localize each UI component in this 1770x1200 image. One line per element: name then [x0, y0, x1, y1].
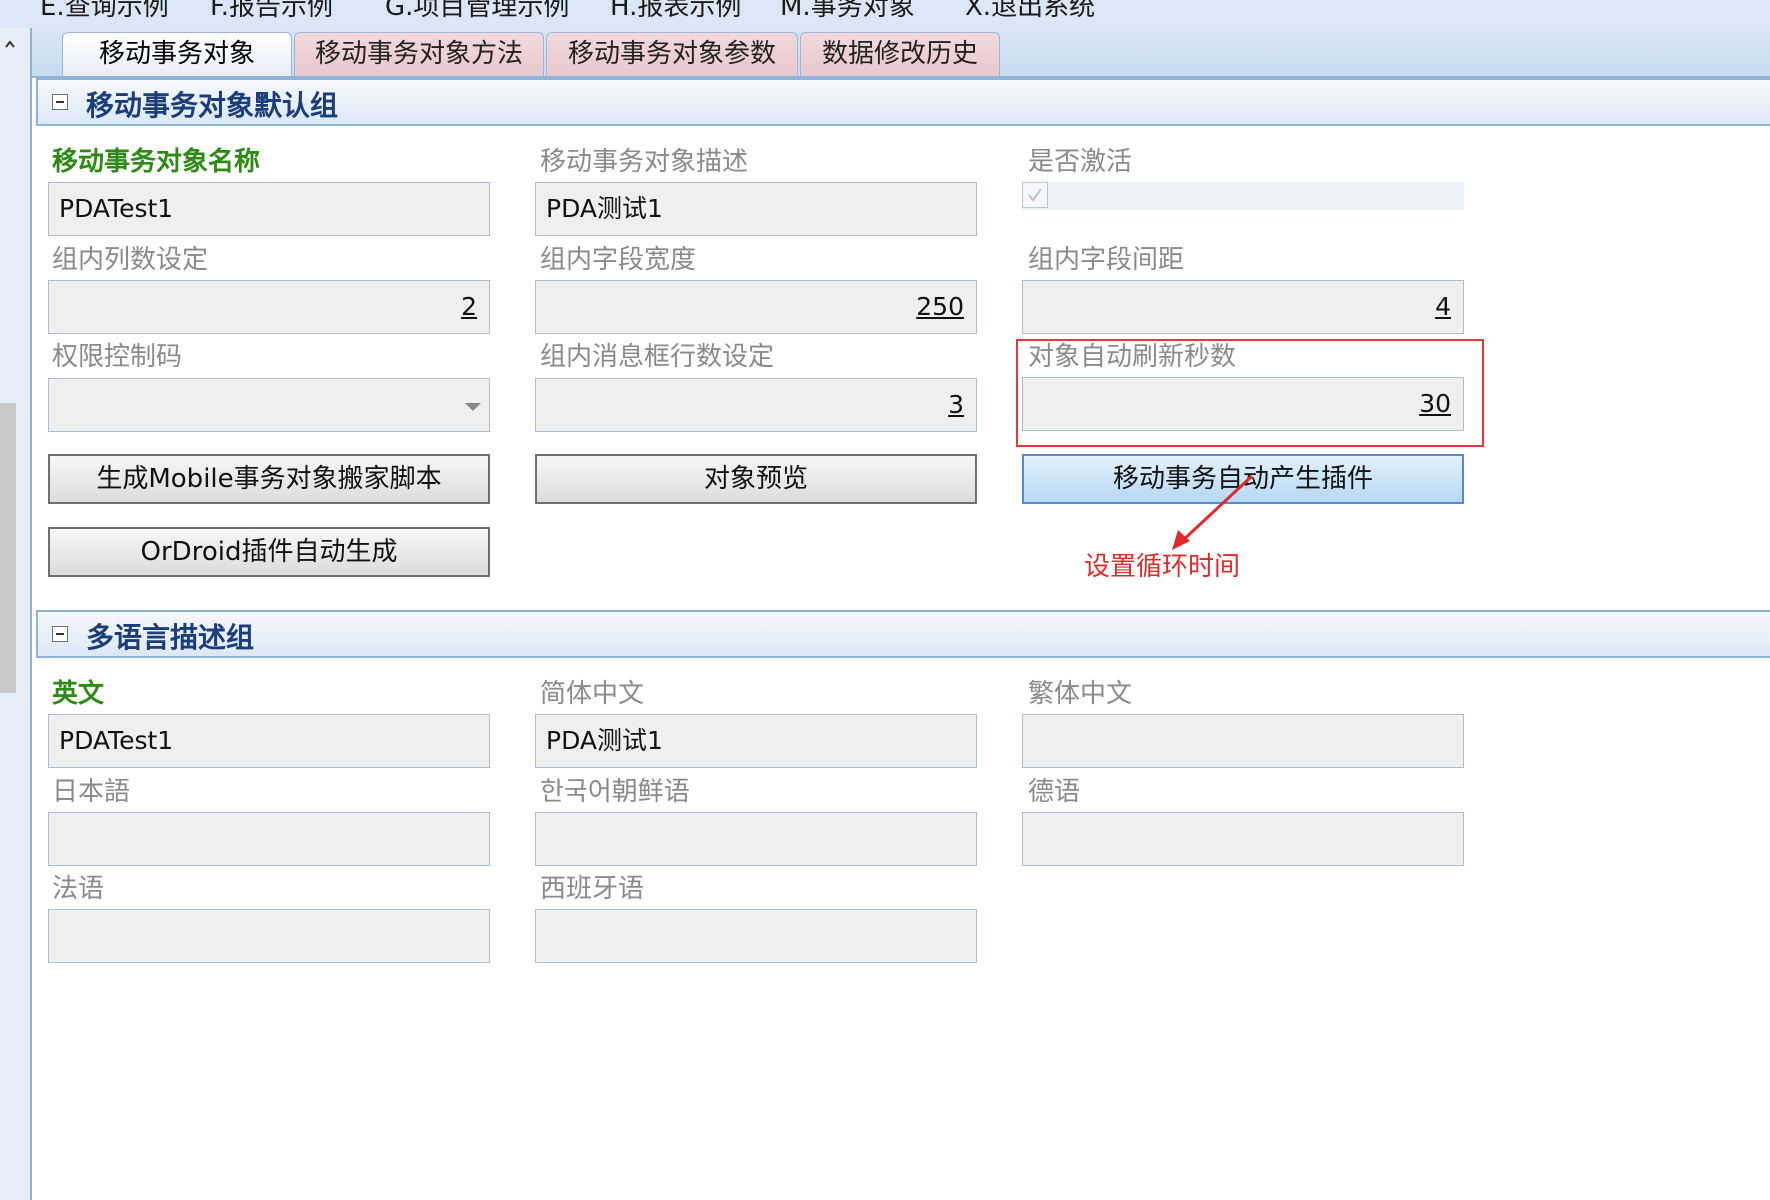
- object-name-field[interactable]: PDATest1: [48, 182, 490, 236]
- label-simplified-chinese: 简体中文: [540, 679, 645, 709]
- active-checkbox[interactable]: [1022, 182, 1048, 208]
- label-field-width: 组内字段宽度: [540, 245, 697, 275]
- message-rows-value: 3: [948, 390, 964, 419]
- column-count-value: 2: [461, 292, 477, 321]
- field-spacing-field[interactable]: 4: [1022, 280, 1464, 334]
- ordroid-plugin-generate-button[interactable]: OrDroid插件自动生成: [48, 527, 490, 577]
- field-width-field[interactable]: 250: [535, 280, 977, 334]
- checkmark-icon: [1028, 188, 1042, 202]
- korean-field[interactable]: [535, 812, 977, 866]
- label-spanish: 西班牙语: [540, 874, 645, 904]
- auto-generate-plugin-button[interactable]: 移动事务自动产生插件: [1022, 454, 1464, 504]
- menu-item-chart[interactable]: H.报表示例: [610, 0, 741, 23]
- label-object-name: 移动事务对象名称: [52, 147, 261, 177]
- label-japanese: 日本語: [52, 777, 131, 807]
- group-header-default: 移动事务对象默认组: [36, 78, 1770, 126]
- annotation-text: 设置循环时间: [1084, 552, 1241, 582]
- object-preview-button[interactable]: 对象预览: [535, 454, 977, 504]
- group-header-multilang: 多语言描述组: [36, 610, 1770, 658]
- permission-code-select[interactable]: [48, 378, 490, 432]
- japanese-field[interactable]: [48, 812, 490, 866]
- active-checkbox-row: [1022, 182, 1464, 210]
- menu-item-query[interactable]: E.查询示例: [40, 0, 169, 23]
- left-panel-strip: [0, 28, 32, 1200]
- annotation-arrow-icon: [1172, 474, 1254, 550]
- collapse-arrow-icon[interactable]: [4, 38, 18, 52]
- message-rows-field[interactable]: 3: [535, 378, 977, 432]
- group-title-default: 移动事务对象默认组: [86, 89, 339, 122]
- dropdown-arrow-icon[interactable]: [465, 403, 481, 411]
- label-message-rows: 组内消息框行数设定: [540, 342, 775, 372]
- menu-item-exit[interactable]: X.退出系统: [965, 0, 1095, 23]
- group-title-multilang: 多语言描述组: [86, 621, 255, 654]
- label-field-spacing: 组内字段间距: [1028, 245, 1185, 275]
- label-is-active: 是否激活: [1028, 147, 1133, 177]
- tab-change-history[interactable]: 数据修改历史: [800, 32, 1000, 76]
- collapse-toggle-icon[interactable]: [52, 94, 68, 110]
- field-width-value: 250: [916, 292, 964, 321]
- german-field[interactable]: [1022, 812, 1464, 866]
- label-column-count: 组内列数设定: [52, 245, 209, 275]
- tab-object-methods[interactable]: 移动事务对象方法: [294, 32, 544, 76]
- english-field[interactable]: PDATest1: [48, 714, 490, 768]
- tab-transaction-object[interactable]: 移动事务对象: [62, 32, 292, 76]
- tab-object-params[interactable]: 移动事务对象参数: [546, 32, 798, 76]
- label-object-desc: 移动事务对象描述: [540, 147, 749, 177]
- scrollbar-thumb[interactable]: [0, 403, 16, 693]
- collapse-toggle-icon[interactable]: [52, 626, 68, 642]
- french-field[interactable]: [48, 909, 490, 963]
- label-french: 法语: [52, 874, 105, 904]
- annotation-highlight-box: [1016, 339, 1484, 447]
- menu-item-project[interactable]: G.项目管理示例: [385, 0, 569, 23]
- spanish-field[interactable]: [535, 909, 977, 963]
- field-spacing-value: 4: [1435, 292, 1451, 321]
- menu-bar: E.查询示例 F.报告示例 G.项目管理示例 H.报表示例 M.事务对象 X.退…: [0, 0, 1770, 29]
- menu-item-transaction[interactable]: M.事务对象: [780, 0, 915, 23]
- menu-item-report[interactable]: F.报告示例: [210, 0, 333, 23]
- column-count-field[interactable]: 2: [48, 280, 490, 334]
- label-korean: 한국어朝鲜语: [540, 777, 690, 807]
- label-permission-code: 权限控制码: [52, 342, 183, 372]
- object-desc-field[interactable]: PDA测试1: [535, 182, 977, 236]
- label-german: 德语: [1028, 777, 1081, 807]
- traditional-chinese-field[interactable]: [1022, 714, 1464, 768]
- simplified-chinese-field[interactable]: PDA测试1: [535, 714, 977, 768]
- tab-strip: 移动事务对象 移动事务对象方法 移动事务对象参数 数据修改历史: [32, 28, 1770, 78]
- label-english: 英文: [52, 679, 105, 709]
- generate-migration-script-button[interactable]: 生成Mobile事务对象搬家脚本: [48, 454, 490, 504]
- label-traditional-chinese: 繁体中文: [1028, 679, 1133, 709]
